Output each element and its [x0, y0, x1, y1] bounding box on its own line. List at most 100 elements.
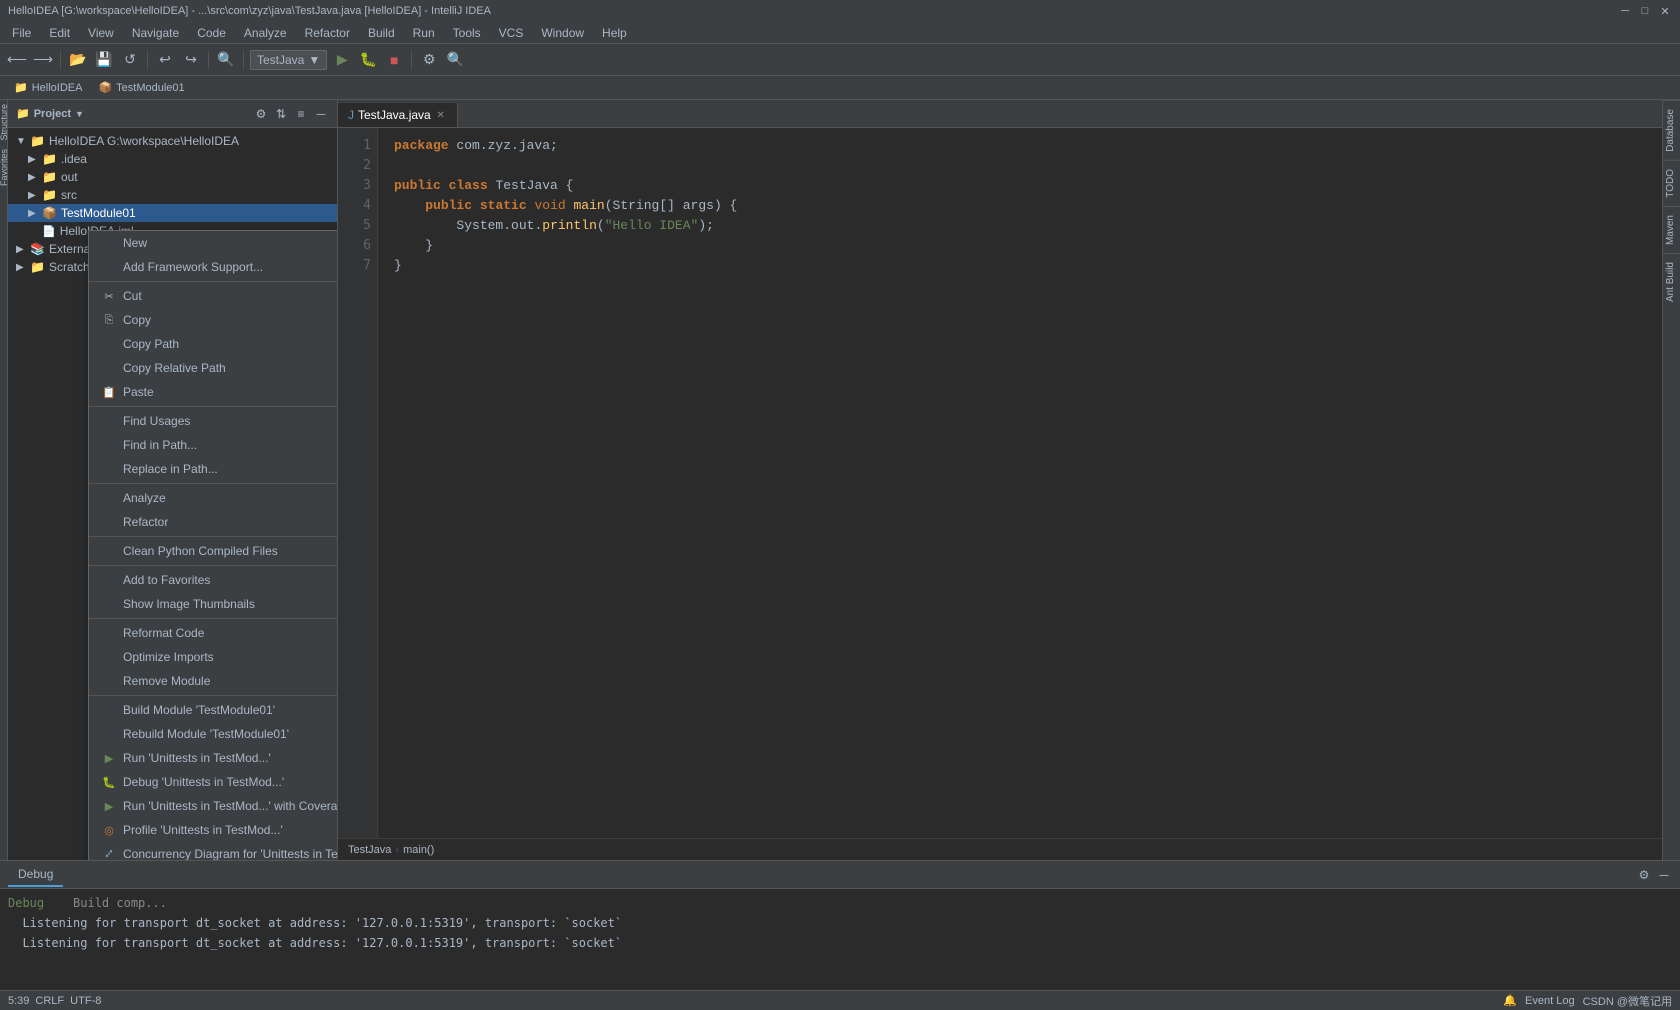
toolbar-sync-btn[interactable]: ↺	[119, 49, 141, 71]
ctx-analyze[interactable]: Analyze ►	[89, 486, 338, 510]
sidebar-options-btn[interactable]: ≡	[293, 106, 309, 122]
status-crlf: CRLF	[35, 995, 64, 1007]
ctx-remove-module[interactable]: Remove Module Delete	[89, 669, 338, 693]
menu-vcs[interactable]: VCS	[491, 24, 532, 42]
tree-item-src[interactable]: ▶ 📁 src	[8, 186, 337, 204]
reformat-icon	[101, 625, 117, 641]
ctx-profile[interactable]: ◎ Profile 'Unittests in TestMod...'	[89, 818, 338, 842]
ctx-profile-label: Profile 'Unittests in TestMod...'	[123, 823, 283, 837]
ctx-run-unittests[interactable]: ▶ Run 'Unittests in TestMod...' Ctrl+Shi…	[89, 746, 338, 770]
ctx-find-usages[interactable]: Find Usages Ctrl+G	[89, 409, 338, 433]
ctx-copy[interactable]: ⎘ Copy Ctrl+C	[89, 308, 338, 332]
close-button[interactable]: ✕	[1658, 4, 1672, 18]
settings-btn[interactable]: ⚙	[418, 49, 440, 71]
ctx-new[interactable]: New ►	[89, 231, 338, 255]
ext-icon: 📚	[30, 242, 45, 256]
menu-analyze[interactable]: Analyze	[236, 24, 295, 42]
sidebar-minimize-btn[interactable]: ─	[313, 106, 329, 122]
menu-window[interactable]: Window	[533, 24, 592, 42]
toolbar-sep-2	[147, 51, 148, 69]
test-module-tab[interactable]: 📦 TestModule01	[90, 79, 192, 96]
sidebar-dropdown-arrow: ▼	[75, 109, 84, 119]
tree-item-idea[interactable]: ▶ 📁 .idea	[8, 150, 337, 168]
run-button[interactable]: ▶	[331, 49, 353, 71]
menu-tools[interactable]: Tools	[445, 24, 489, 42]
toolbar-forward-btn[interactable]: ⟶	[32, 49, 54, 71]
debug-tab[interactable]: Debug	[8, 863, 63, 887]
menu-view[interactable]: View	[80, 24, 122, 42]
event-log-icon[interactable]: 🔔	[1503, 994, 1517, 1007]
search2-btn[interactable]: 🔍	[444, 49, 466, 71]
ctx-debug-label: Debug 'Unittests in TestMod...'	[123, 775, 284, 789]
toolbar-search-btn[interactable]: 🔍	[215, 49, 237, 71]
ctx-concurrency[interactable]: ⑇ Concurrency Diagram for 'Unittests in …	[89, 842, 338, 860]
sidebar-header-icons: ⚙ ⇅ ≡ ─	[253, 106, 329, 122]
sidebar-filter-btn[interactable]: ⇅	[273, 106, 289, 122]
hello-idea-tab[interactable]: 📁 HelloIDEA	[6, 79, 90, 96]
ctx-replace-in-path[interactable]: Replace in Path...	[89, 457, 338, 481]
breadcrumb-item-2[interactable]: main()	[403, 844, 434, 856]
database-tab[interactable]: Database	[1663, 100, 1680, 160]
menu-code[interactable]: Code	[189, 24, 234, 42]
breadcrumb-arrow: ›	[395, 844, 399, 856]
code-content[interactable]: package com.zyz.java; public class TestJ…	[378, 128, 1662, 838]
breadcrumb-item-1[interactable]: TestJava	[348, 844, 391, 856]
toolbar-undo-btn[interactable]: ↩	[154, 49, 176, 71]
ctx-copy-path[interactable]: Copy Path Ctrl+Shift+C	[89, 332, 338, 356]
tree-arrow: ▶	[28, 154, 38, 165]
ctx-find-in-path-label: Find in Path...	[123, 438, 197, 452]
thumbnail-icon	[101, 596, 117, 612]
debug-button[interactable]: 🐛	[357, 49, 379, 71]
stop-button[interactable]: ■	[383, 49, 405, 71]
ctx-cut[interactable]: ✂ Cut Ctrl+X	[89, 284, 338, 308]
toolbar-open-btn[interactable]: 📂	[67, 49, 89, 71]
menu-navigate[interactable]: Navigate	[124, 24, 187, 42]
ctx-copy-relative-path[interactable]: Copy Relative Path Ctrl+Alt+Shift+C	[89, 356, 338, 380]
debug-icon: 🐛	[101, 774, 117, 790]
ctx-optimize-imports[interactable]: Optimize Imports Ctrl+Alt+O	[89, 645, 338, 669]
ctx-sep-3	[89, 483, 338, 484]
maximize-button[interactable]: □	[1638, 4, 1652, 18]
minimize-button[interactable]: ─	[1618, 4, 1632, 18]
todo-tab[interactable]: TODO	[1663, 160, 1680, 206]
menu-file[interactable]: File	[4, 24, 39, 42]
debug-line-1: Debug Build comp...	[8, 893, 1672, 913]
ctx-run-coverage[interactable]: ▶ Run 'Unittests in TestMod...' with Cov…	[89, 794, 338, 818]
tree-item-helloide[interactable]: ▼ 📁 HelloIDEA G:\workspace\HelloIDEA	[8, 132, 337, 150]
menu-build[interactable]: Build	[360, 24, 403, 42]
ctx-find-in-path[interactable]: Find in Path... Ctrl+H	[89, 433, 338, 457]
title-bar-controls: ─ □ ✕	[1618, 4, 1672, 18]
ctx-rebuild-label: Rebuild Module 'TestModule01'	[123, 727, 289, 741]
ctx-reformat[interactable]: Reformat Code Ctrl+Alt+L	[89, 621, 338, 645]
menu-refactor[interactable]: Refactor	[297, 24, 358, 42]
debug-line-3: Listening for transport dt_socket at add…	[8, 913, 1672, 933]
ctx-add-favorites[interactable]: Add to Favorites ►	[89, 568, 338, 592]
ctx-show-thumbnails[interactable]: Show Image Thumbnails	[89, 592, 338, 616]
menu-help[interactable]: Help	[594, 24, 635, 42]
ctx-debug-unittests[interactable]: 🐛 Debug 'Unittests in TestMod...'	[89, 770, 338, 794]
toolbar-back-btn[interactable]: ⟵	[6, 49, 28, 71]
maven-tab[interactable]: Maven	[1663, 206, 1680, 253]
sidebar-settings-btn[interactable]: ⚙	[253, 106, 269, 122]
src-folder-icon: 📁	[42, 188, 57, 202]
tree-item-out[interactable]: ▶ 📁 out	[8, 168, 337, 186]
ctx-clean-python[interactable]: Clean Python Compiled Files	[89, 539, 338, 563]
bottom-minimize-btn[interactable]: ─	[1656, 867, 1672, 883]
tab-close-btn[interactable]: ✕	[435, 109, 447, 121]
menu-edit[interactable]: Edit	[41, 24, 78, 42]
tree-item-testmodule[interactable]: ▶ 📦 TestModule01	[8, 204, 337, 222]
ctx-refactor[interactable]: Refactor ►	[89, 510, 338, 534]
ctx-add-framework[interactable]: Add Framework Support...	[89, 255, 338, 279]
editor-tab-testjava[interactable]: J TestJava.java ✕	[338, 103, 458, 127]
ant-build-tab[interactable]: Ant Build	[1663, 253, 1680, 310]
toolbar-save-btn[interactable]: 💾	[93, 49, 115, 71]
menu-run[interactable]: Run	[405, 24, 443, 42]
ctx-paste[interactable]: 📋 Paste Ctrl+V	[89, 380, 338, 404]
run-config-dropdown[interactable]: TestJava ▼	[250, 50, 327, 70]
ctx-build-module[interactable]: Build Module 'TestModule01'	[89, 698, 338, 722]
window-title: HelloIDEA [G:\workspace\HelloIDEA] - ...…	[8, 5, 491, 17]
ctx-rebuild-module[interactable]: Rebuild Module 'TestModule01' Ctrl+Shift…	[89, 722, 338, 746]
toolbar-redo-btn[interactable]: ↪	[180, 49, 202, 71]
bottom-settings-btn[interactable]: ⚙	[1636, 867, 1652, 883]
event-log-label[interactable]: Event Log	[1525, 995, 1575, 1007]
